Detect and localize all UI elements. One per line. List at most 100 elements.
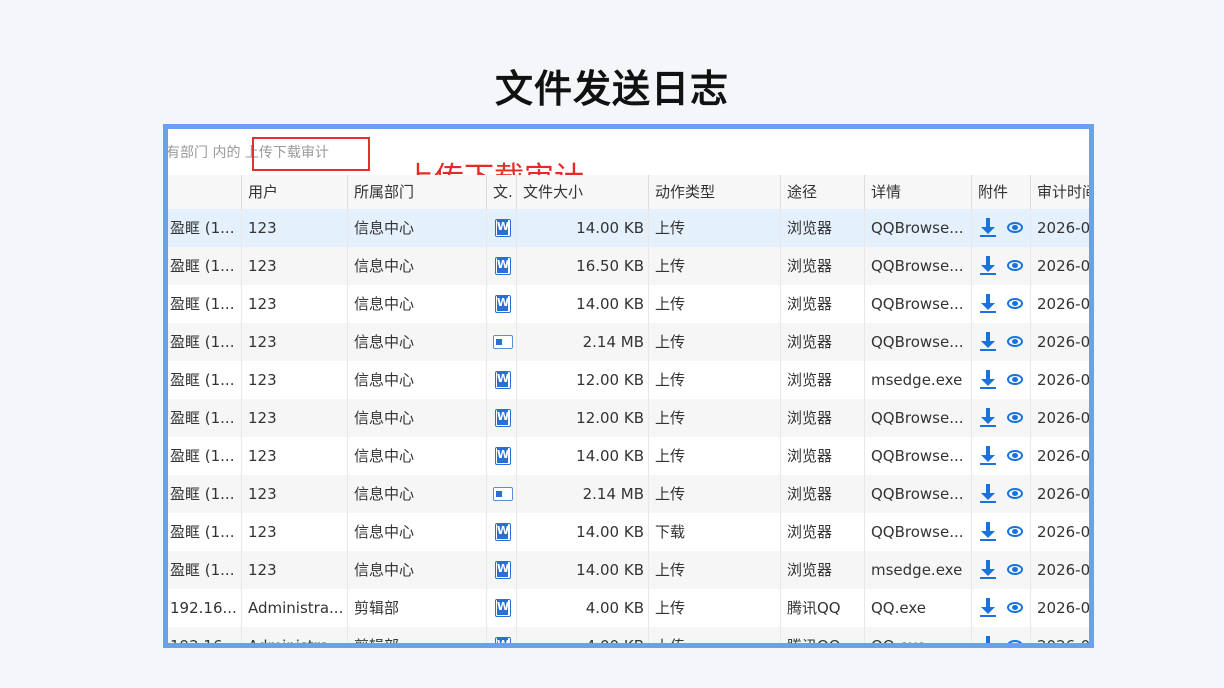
header-col-size[interactable]: 文件大小 <box>516 175 648 209</box>
cell-attachment <box>971 551 1030 589</box>
download-icon[interactable] <box>980 560 996 580</box>
cell-via: 腾讯QQ <box>780 589 864 627</box>
cell-time: 2026-0 <box>1030 589 1089 627</box>
header-col-attach[interactable]: 附件 <box>971 175 1030 209</box>
table-row[interactable]: 盈眶 (1... 123信息中心 14.00 KB上传浏览器QQBrowse... 2… <box>168 437 1089 475</box>
cell-time: 2026-0 <box>1030 209 1089 247</box>
cell-dept: 信息中心 <box>347 247 486 285</box>
cell-time: 2026-0 <box>1030 247 1089 285</box>
cell-user: 123 <box>241 513 347 551</box>
download-icon[interactable] <box>980 522 996 542</box>
header-col-client[interactable] <box>168 175 241 209</box>
word-file-icon <box>495 371 511 389</box>
preview-eye-icon[interactable] <box>1007 526 1023 537</box>
preview-eye-icon[interactable] <box>1007 298 1023 309</box>
header-col-time[interactable]: 审计时间 <box>1030 175 1089 209</box>
cell-attachment <box>971 209 1030 247</box>
header-col-action[interactable]: 动作类型 <box>648 175 780 209</box>
cell-dept: 剪辑部 <box>347 589 486 627</box>
cell-size: 14.00 KB <box>516 285 648 323</box>
cell-detail: QQBrowse... <box>864 475 971 513</box>
cell-type <box>486 247 516 285</box>
preview-eye-icon[interactable] <box>1007 602 1023 613</box>
cell-detail: QQBrowse... <box>864 247 971 285</box>
download-icon[interactable] <box>980 598 996 618</box>
table-row[interactable]: 盈眶 (1... 123信息中心 14.00 KB下载浏览器QQBrowse... 2… <box>168 513 1089 551</box>
table-row[interactable]: 盈眶 (1... 123 信息中心 2.14 MB 上传 浏览器 QQBrowse... 20… <box>168 323 1089 361</box>
header-col-via[interactable]: 途径 <box>780 175 864 209</box>
cell-type <box>486 209 516 247</box>
cell-user: 123 <box>241 551 347 589</box>
cell-client: 192.16... <box>170 599 237 617</box>
table-row[interactable]: 192.16...Administra...剪辑部4.00 KB上传腾讯QQQQ… <box>168 627 1089 648</box>
cell-size: 2.14 MB <box>516 323 648 361</box>
image-file-icon <box>493 487 513 501</box>
cell-client: 盈眶 (1... <box>170 295 235 313</box>
cell-client: 盈眶 (1... <box>170 333 235 351</box>
word-file-icon <box>495 257 511 275</box>
cell-size: 16.50 KB <box>516 247 648 285</box>
cell-size: 14.00 KB <box>516 513 648 551</box>
table-row[interactable]: 盈眶 (1... 123信息中心 16.50 KB上传浏览器QQBrowse... 2… <box>168 247 1089 285</box>
cell-dept: 信息中心 <box>347 399 486 437</box>
cell-time: 2026-0 <box>1030 513 1089 551</box>
cell-via: 浏览器 <box>780 247 864 285</box>
cell-via: 浏览器 <box>780 551 864 589</box>
table-header: 用户所属部门文.文件大小动作类型途径详情附件审计时间 <box>168 175 1089 210</box>
cell-size: 14.00 KB <box>516 551 648 589</box>
cell-client: 盈眶 (1... <box>170 371 235 389</box>
table-row[interactable]: 盈眶 (1... 123信息中心 14.00 KB上传浏览器QQBrowse... 2… <box>168 209 1089 247</box>
download-icon[interactable] <box>980 636 996 643</box>
header-col-user[interactable]: 用户 <box>241 175 347 209</box>
download-icon[interactable] <box>980 370 996 390</box>
download-icon[interactable] <box>980 256 996 276</box>
preview-eye-icon[interactable] <box>1007 450 1023 461</box>
screenshot-frame: 有部门 内的 上传下载审计 上传下载审计 用户所属部门文.文件大小动作类型途径详… <box>163 124 1094 648</box>
cell-via: 浏览器 <box>780 437 864 475</box>
cell-action: 上传 <box>648 551 780 589</box>
download-icon[interactable] <box>980 484 996 504</box>
cell-dept: 信息中心 <box>347 285 486 323</box>
table-row[interactable]: 盈眶 (1... 123 信息中心 2.14 MB 上传 浏览器 QQBrowse... 20… <box>168 475 1089 513</box>
cell-client: 192.16... <box>170 637 237 648</box>
cell-attachment <box>971 399 1030 437</box>
table-row[interactable]: 盈眶 (1... 123信息中心 12.00 KB上传浏览器QQBrowse... 2… <box>168 399 1089 437</box>
table-row[interactable]: 盈眶 (1... 123信息中心 14.00 KB上传浏览器QQBrowse... 2… <box>168 285 1089 323</box>
download-icon[interactable] <box>980 294 996 314</box>
cell-dept: 信息中心 <box>347 513 486 551</box>
preview-eye-icon[interactable] <box>1007 640 1023 643</box>
preview-eye-icon[interactable] <box>1007 336 1023 347</box>
cell-detail: QQBrowse... <box>864 513 971 551</box>
table-row[interactable]: 盈眶 (1... 123信息中心 14.00 KB上传浏览器msedge.exe 20… <box>168 551 1089 589</box>
download-icon[interactable] <box>980 332 996 352</box>
cell-client: 盈眶 (1... <box>170 561 235 579</box>
cell-type <box>486 323 516 361</box>
preview-eye-icon[interactable] <box>1007 488 1023 499</box>
preview-eye-icon[interactable] <box>1007 222 1023 233</box>
table-row[interactable]: 192.16...Administra...剪辑部4.00 KB上传腾讯QQQQ… <box>168 589 1089 627</box>
header-col-type[interactable]: 文. <box>486 175 516 209</box>
table-row[interactable]: 盈眶 (1... 123信息中心 12.00 KB上传浏览器msedge.exe 20… <box>168 361 1089 399</box>
cell-size: 2.14 MB <box>516 475 648 513</box>
cell-via: 浏览器 <box>780 475 864 513</box>
cell-attachment <box>971 627 1030 643</box>
cell-detail: msedge.exe <box>864 361 971 399</box>
cell-detail: QQBrowse... <box>864 399 971 437</box>
header-col-detail[interactable]: 详情 <box>864 175 971 209</box>
cell-detail: QQBrowse... <box>864 285 971 323</box>
word-file-icon <box>495 447 511 465</box>
cell-action: 上传 <box>648 437 780 475</box>
image-file-icon <box>493 335 513 349</box>
preview-eye-icon[interactable] <box>1007 412 1023 423</box>
header-col-dept[interactable]: 所属部门 <box>347 175 486 209</box>
download-icon[interactable] <box>980 218 996 238</box>
cell-size: 12.00 KB <box>516 399 648 437</box>
preview-eye-icon[interactable] <box>1007 374 1023 385</box>
preview-eye-icon[interactable] <box>1007 260 1023 271</box>
download-icon[interactable] <box>980 446 996 466</box>
cell-size: 14.00 KB <box>516 209 648 247</box>
cell-attachment <box>971 437 1030 475</box>
cell-detail: QQBrowse... <box>864 323 971 361</box>
preview-eye-icon[interactable] <box>1007 564 1023 575</box>
download-icon[interactable] <box>980 408 996 428</box>
